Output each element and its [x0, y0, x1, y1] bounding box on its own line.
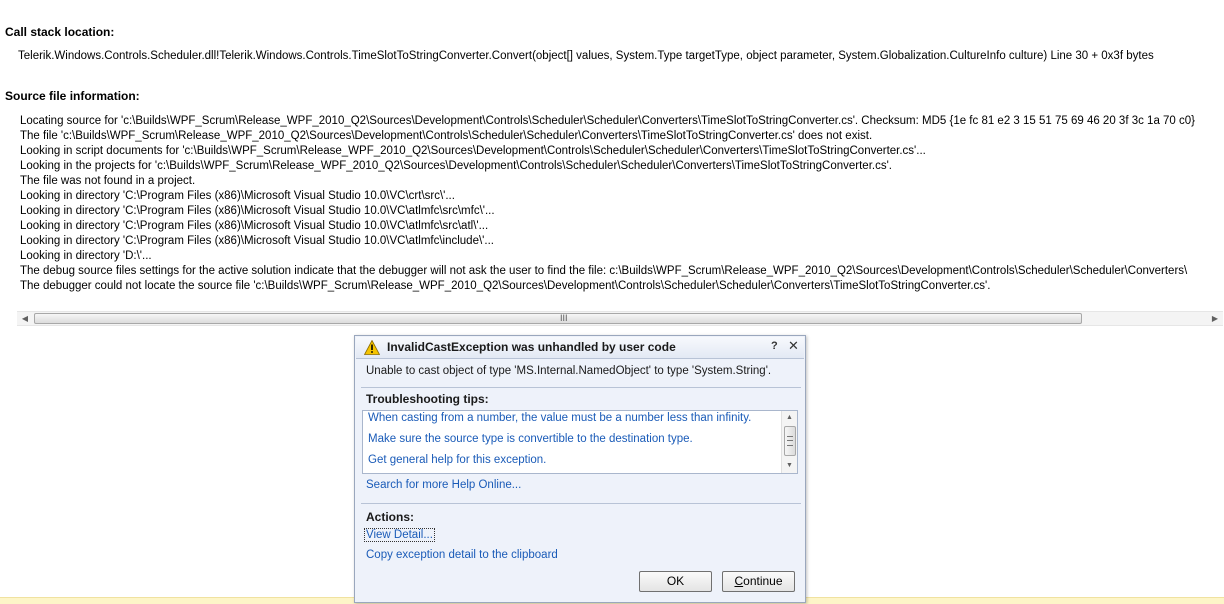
source-line-2: The file 'c:\Builds\WPF_Scrum\Release_WP… [20, 130, 873, 142]
search-help-online-link[interactable]: Search for more Help Online... [366, 479, 521, 491]
troubleshooting-tips-list: When casting from a number, the value mu… [362, 410, 798, 474]
tips-scrollbar-thumb[interactable] [784, 426, 796, 456]
close-icon[interactable]: ✕ [788, 338, 799, 354]
source-line-4: Looking in the projects for 'c:\Builds\W… [20, 160, 892, 172]
scroll-up-arrow-icon[interactable]: ▲ [782, 412, 797, 424]
divider [361, 387, 801, 388]
source-line-9: Looking in directory 'C:\Program Files (… [20, 235, 494, 247]
warning-icon [364, 340, 380, 355]
exception-helper-dialog: InvalidCastException was unhandled by us… [354, 335, 806, 603]
copy-exception-detail-link[interactable]: Copy exception detail to the clipboard [366, 549, 558, 561]
continue-button[interactable]: Continue [722, 571, 795, 592]
scroll-right-arrow-icon[interactable]: ▶ [1207, 312, 1223, 325]
source-line-8: Looking in directory 'C:\Program Files (… [20, 220, 489, 232]
scroll-down-arrow-icon[interactable]: ▼ [782, 460, 797, 472]
actions-heading: Actions: [366, 510, 414, 524]
tip-link-1[interactable]: When casting from a number, the value mu… [368, 412, 751, 424]
source-info-heading: Source file information: [5, 89, 140, 103]
tips-vertical-scrollbar[interactable]: ▲ ▼ [781, 411, 797, 473]
help-icon[interactable]: ? [771, 340, 778, 352]
source-line-11: The debug source files settings for the … [20, 265, 1188, 277]
call-stack-location: Telerik.Windows.Controls.Scheduler.dll!T… [18, 50, 1154, 62]
tip-link-2[interactable]: Make sure the source type is convertible… [368, 433, 693, 445]
scroll-left-arrow-icon[interactable]: ◀ [17, 312, 33, 325]
troubleshooting-heading: Troubleshooting tips: [366, 392, 489, 406]
source-line-7: Looking in directory 'C:\Program Files (… [20, 205, 495, 217]
dialog-header: InvalidCastException was unhandled by us… [356, 337, 804, 359]
horizontal-scrollbar[interactable]: ◀ III ▶ [17, 311, 1223, 326]
source-line-1: Locating source for 'c:\Builds\WPF_Scrum… [20, 115, 1196, 127]
source-line-3: Looking in script documents for 'c:\Buil… [20, 145, 926, 157]
scrollbar-grip: III [560, 313, 568, 323]
divider [361, 503, 801, 504]
scrollbar-thumb[interactable]: III [34, 313, 1082, 324]
dialog-title: InvalidCastException was unhandled by us… [387, 340, 676, 354]
continue-label-rest: ontinue [743, 574, 783, 588]
view-detail-link[interactable]: View Detail... [364, 528, 435, 542]
continue-access-key: C [734, 574, 744, 588]
tips-scrollbar-grip-icon [787, 436, 793, 446]
call-stack-heading: Call stack location: [5, 25, 115, 39]
source-line-12: The debugger could not locate the source… [20, 280, 991, 292]
ok-button[interactable]: OK [639, 571, 712, 592]
exception-page: Call stack location: Telerik.Windows.Con… [0, 0, 1224, 604]
source-line-5: The file was not found in a project. [20, 175, 196, 187]
tip-link-3[interactable]: Get general help for this exception. [368, 454, 546, 466]
source-line-10: Looking in directory 'D:\'... [20, 250, 152, 262]
exception-message: Unable to cast object of type 'MS.Intern… [366, 365, 772, 377]
source-line-6: Looking in directory 'C:\Program Files (… [20, 190, 455, 202]
